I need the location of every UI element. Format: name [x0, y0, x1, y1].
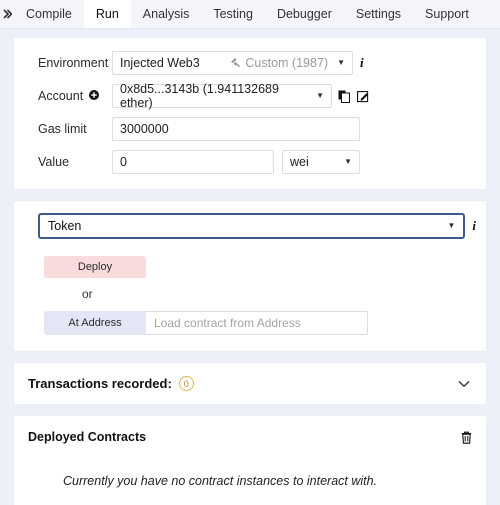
tab-analysis[interactable]: Analysis [131, 0, 202, 28]
environment-select[interactable]: Injected Web3 Custom (1987) ▼ [112, 51, 353, 75]
run-panel: Environment Injected Web3 Custom (1987) … [0, 29, 500, 505]
gas-limit-input[interactable]: 3000000 [112, 117, 360, 141]
contract-select[interactable]: Token ▼ [38, 213, 466, 239]
tab-compile[interactable]: Compile [14, 0, 84, 28]
value-unit-select[interactable]: wei ▼ [282, 150, 360, 174]
value-unit-label: wei [290, 155, 309, 169]
tab-compile-label: Compile [26, 7, 72, 21]
deploy-button[interactable]: Deploy [44, 256, 146, 278]
tab-debugger[interactable]: Debugger [265, 0, 344, 28]
chevron-down-icon[interactable]: ▼ [333, 59, 345, 67]
tab-settings[interactable]: Settings [344, 0, 413, 28]
value-input[interactable]: 0 [112, 150, 274, 174]
gas-limit-label-text: Gas limit [38, 122, 87, 136]
trash-icon[interactable] [461, 431, 472, 444]
contract-select-value: Token [48, 219, 82, 233]
deployed-contracts-card: Deployed Contracts Currently you have no… [13, 415, 487, 505]
value-row: Value 0 wei ▼ [24, 149, 476, 175]
chevron-down-icon[interactable]: ▼ [443, 222, 455, 230]
edit-icon[interactable] [357, 90, 370, 103]
copy-icon[interactable] [338, 90, 351, 103]
chevron-down-icon[interactable]: ▼ [340, 158, 352, 166]
main-tabbar: Compile Run Analysis Testing Debugger Se… [0, 0, 500, 29]
transactions-recorded-label: Transactions recorded: [28, 376, 172, 391]
tab-testing-label: Testing [213, 7, 253, 21]
contract-info-icon[interactable]: i [472, 218, 476, 234]
value-label-text: Value [38, 155, 70, 169]
tab-testing[interactable]: Testing [201, 0, 265, 28]
account-value: 0x8d5...3143b (1.941132689 ether) [120, 82, 279, 110]
plug-icon [228, 57, 241, 69]
value-amount: 0 [120, 155, 127, 169]
tab-run-label: Run [95, 7, 119, 21]
chevrons-right-icon[interactable] [0, 0, 14, 28]
gas-limit-value: 3000000 [120, 122, 169, 136]
tab-support-label: Support [425, 7, 469, 21]
chevron-down-icon[interactable]: ▼ [312, 92, 324, 100]
or-separator: or [82, 287, 93, 301]
environment-label: Environment [24, 56, 112, 70]
environment-value: Injected Web3 [120, 56, 200, 70]
transactions-recorded-title: Transactions recorded: 0 [28, 376, 194, 391]
at-address-input[interactable] [146, 311, 368, 335]
tab-settings-label: Settings [355, 7, 402, 21]
run-settings-card: Environment Injected Web3 Custom (1987) … [13, 37, 487, 190]
tab-analysis-label: Analysis [142, 7, 190, 21]
gas-limit-row: Gas limit 3000000 [24, 116, 476, 142]
account-label-text: Account [38, 89, 84, 103]
deployed-contracts-title: Deployed Contracts [28, 430, 147, 444]
at-address-row: At Address [24, 311, 476, 335]
transactions-count-badge: 0 [178, 376, 194, 391]
contract-select-row: Token ▼ i [24, 213, 476, 239]
tab-support[interactable]: Support [413, 0, 481, 28]
deployed-contracts-header: Deployed Contracts [28, 430, 472, 444]
environment-network: Custom (1987) ▼ [228, 56, 345, 70]
environment-info-icon[interactable]: i [360, 55, 364, 71]
account-row: Account 0x8d5...3143b (1.941132689 ether… [24, 82, 476, 110]
environment-network-label: Custom (1987) [245, 56, 329, 70]
transactions-recorded-card[interactable]: Transactions recorded: 0 [13, 362, 487, 405]
plus-circle-icon[interactable] [89, 89, 100, 103]
account-select[interactable]: 0x8d5...3143b (1.941132689 ether) ▼ [112, 82, 332, 110]
tab-run[interactable]: Run [83, 0, 131, 28]
deploy-card: Token ▼ i Deploy or At Address [13, 200, 487, 352]
environment-label-text: Environment [38, 56, 109, 70]
at-address-button[interactable]: At Address [44, 311, 146, 335]
account-label: Account [24, 89, 112, 103]
tab-debugger-label: Debugger [276, 7, 332, 21]
gas-limit-label: Gas limit [24, 122, 112, 136]
deployed-contracts-empty-message: Currently you have no contract instances… [63, 474, 378, 488]
value-label: Value [24, 155, 112, 169]
deploy-button-row: Deploy [24, 256, 476, 278]
environment-row: Environment Injected Web3 Custom (1987) … [24, 50, 476, 76]
chevron-down-icon[interactable] [458, 378, 470, 390]
